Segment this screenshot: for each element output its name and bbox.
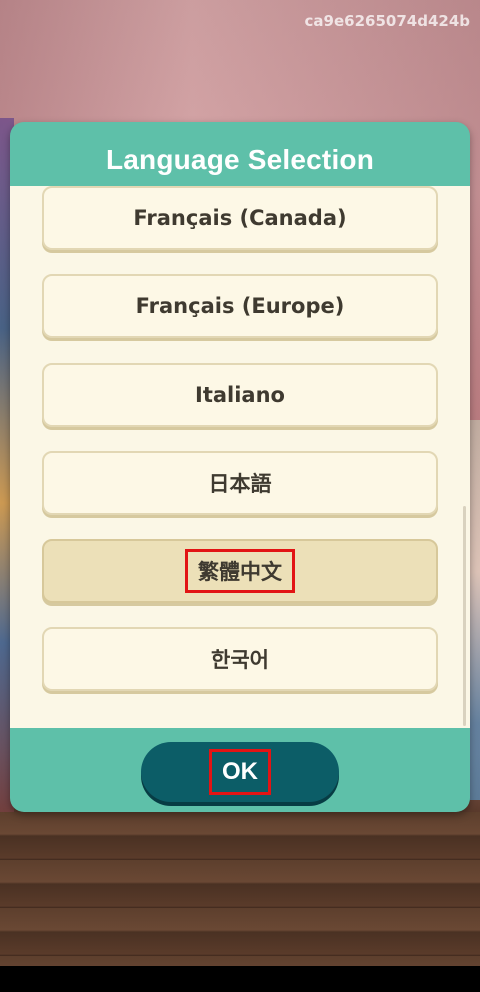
language-option-francais-europe[interactable]: Français (Europe): [42, 274, 438, 338]
language-option-traditional-chinese[interactable]: 繁體中文: [42, 539, 438, 603]
language-option-francais-canada[interactable]: Français (Canada): [42, 186, 438, 250]
scrollbar[interactable]: [463, 506, 466, 726]
ok-label: OK: [222, 758, 258, 785]
language-label: 日本語: [208, 472, 272, 496]
highlight-box: OK: [209, 749, 271, 795]
dialog-title: Language Selection: [105, 144, 375, 175]
wooden-floor: [0, 812, 480, 966]
language-label: 繁體中文: [198, 560, 282, 584]
language-option-japanese[interactable]: 日本語: [42, 451, 438, 515]
watermark-id: ca9e6265074d424b: [304, 12, 470, 30]
language-option-italiano[interactable]: Italiano: [42, 363, 438, 427]
language-option-korean[interactable]: 한국어: [42, 627, 438, 691]
language-label: 한국어: [211, 648, 269, 672]
bottom-bar: [0, 966, 480, 992]
ok-button[interactable]: OK: [141, 742, 339, 802]
language-label: Italiano: [195, 383, 285, 407]
language-label: Français (Europe): [135, 294, 345, 318]
language-selection-dialog: Language Selection Français (Canada) Fra…: [10, 122, 470, 812]
language-label: Français (Canada): [133, 206, 347, 230]
language-list[interactable]: Français (Canada) Français (Europe) Ital…: [10, 186, 470, 728]
highlight-box: 繁體中文: [185, 549, 295, 593]
